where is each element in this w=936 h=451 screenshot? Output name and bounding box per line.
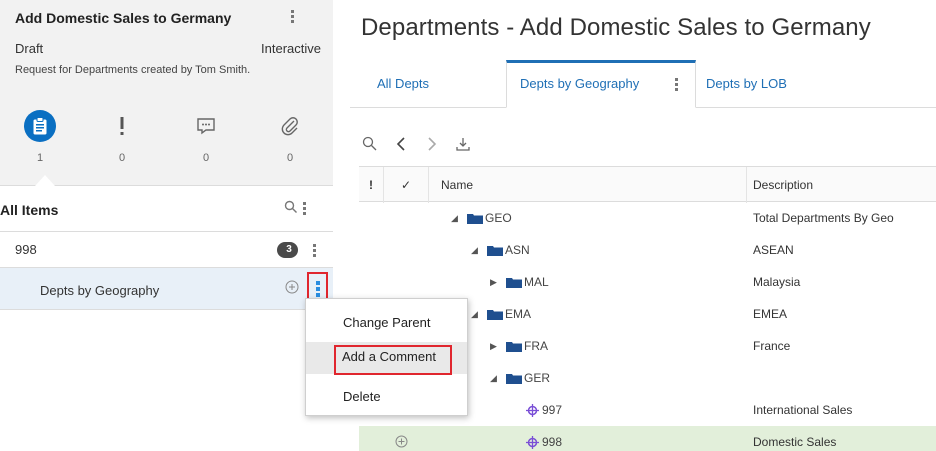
column-header-check[interactable]: ✓ [384,167,429,203]
list-item-selected[interactable]: Depts by Geography [0,268,333,310]
download-icon[interactable] [454,135,472,153]
forward-icon[interactable] [423,135,441,153]
node-name: GEO [485,211,512,225]
exclamation-icon [102,110,142,142]
search-icon[interactable] [361,135,379,153]
comment-icon [186,110,226,142]
tab-items-count: 1 [36,152,44,164]
page-title: Departments - Add Domestic Sales to Germ… [361,14,871,41]
node-description: France [753,339,791,353]
node-name: 998 [542,435,563,449]
column-header-name[interactable]: Name [429,167,747,203]
folder-icon [487,309,503,320]
node-description: ASEAN [753,243,794,257]
folder-icon [487,245,503,256]
node-name: 997 [542,403,563,417]
request-menu-button[interactable] [288,6,296,26]
tab-comments[interactable]: 0 [186,110,226,164]
item-count-badge: 3 [277,242,298,258]
request-description: Request for Departments created by Tom S… [15,64,251,76]
kebab-icon [315,281,320,297]
node-description: Malaysia [753,275,801,289]
tab-menu-button[interactable] [672,75,680,93]
back-icon[interactable] [392,135,410,153]
node-icon [526,403,539,417]
collapse-icon[interactable]: ◢ [471,309,481,320]
view-tabs: All Depts Depts by Geography Depts by LO… [350,60,936,108]
menu-item-add-comment[interactable]: Add a Comment [342,346,436,368]
list-item-label: Depts by Geography [40,283,160,298]
tab-label: Depts by Geography [520,76,640,91]
items-header-label: All Items [0,202,59,218]
active-tab-pointer [35,175,55,186]
add-circle-icon[interactable] [395,435,408,448]
column-header-validation[interactable]: ! [359,167,384,203]
tab-depts-by-geography[interactable]: Depts by Geography [506,60,696,108]
tab-items[interactable]: 1 [20,110,60,164]
node-description: EMEA [753,307,788,321]
folder-icon [506,277,522,288]
node-description: Domestic Sales [753,435,837,449]
menu-item-change-parent[interactable]: Change Parent [306,307,467,339]
request-header: Add Domestic Sales to Germany Draft Inte… [0,0,333,186]
node-name: GER [524,371,551,385]
request-panel: Add Domestic Sales to Germany Draft Inte… [0,0,333,451]
node-description: Total Departments By Geo [753,211,894,225]
tab-validation[interactable]: 0 [102,110,142,164]
node-name: MAL [524,275,549,289]
node-name: ASN [505,243,530,257]
node-name: FRA [524,339,548,353]
node-description: International Sales [753,403,853,417]
item-context-menu: Change Parent Add a Comment Delete [305,298,468,416]
items-header: All Items [0,190,333,232]
clipboard-icon [24,110,56,142]
collapse-icon[interactable]: ◢ [471,245,481,256]
paperclip-icon [270,110,310,142]
collapse-icon[interactable]: ◢ [451,213,461,224]
table-row-selected[interactable]: 998 Domestic Sales [359,426,936,451]
tab-attachments[interactable]: 0 [270,110,310,164]
expand-icon[interactable]: ▶ [490,341,500,352]
expand-icon[interactable]: ▶ [490,277,500,288]
collapse-icon[interactable]: ◢ [490,373,500,384]
request-title: Add Domestic Sales to Germany [15,10,232,26]
folder-icon [506,373,522,384]
folder-icon [467,213,483,224]
tab-depts-by-lob[interactable]: Depts by LOB [706,60,787,108]
request-tabs: 1 0 0 0 [0,110,333,170]
node-name: EMA [505,307,532,321]
add-circle-icon[interactable] [285,280,299,294]
table-row[interactable]: ◢ GEO Total Departments By Geo [359,202,936,234]
folder-icon [506,341,522,352]
node-icon [526,435,539,449]
tab-comments-count: 0 [202,152,210,164]
items-menu-button[interactable] [300,198,308,218]
request-type: Interactive [261,41,321,56]
menu-item-delete[interactable]: Delete [306,381,467,413]
table-row[interactable]: ◢ ASN ASEAN [359,234,936,266]
grid-toolbar [350,130,936,160]
list-item-label: 998 [15,242,37,257]
column-header-description[interactable]: Description [747,167,936,203]
request-status: Draft [15,41,44,56]
tab-validation-count: 0 [118,152,126,164]
table-row[interactable]: ▶ MAL Malaysia [359,266,936,298]
list-item[interactable]: 998 3 [0,232,333,268]
item-menu-button[interactable] [310,240,318,260]
grid-header: ! ✓ Name Description [359,166,936,203]
tab-all-depts[interactable]: All Depts [377,60,429,108]
search-icon[interactable] [284,200,298,219]
tab-attachments-count: 0 [286,152,294,164]
